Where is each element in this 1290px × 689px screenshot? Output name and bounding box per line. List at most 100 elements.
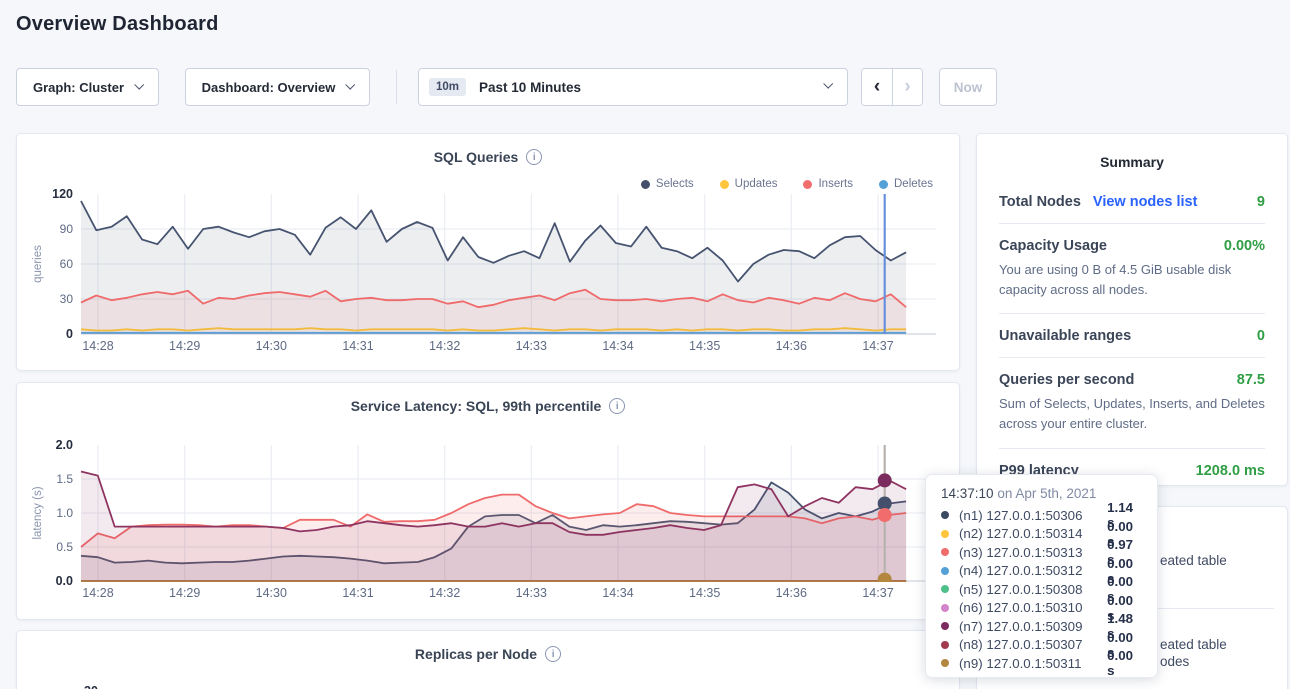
summary-body: Total NodesView nodes list9Capacity Usag… [977, 170, 1287, 479]
node-color-dot [941, 622, 949, 630]
svg-text:120: 120 [52, 187, 73, 201]
chart-title: Replicas per Node [415, 646, 537, 662]
summary-value: 1208.0 ms [1196, 463, 1265, 479]
svg-text:14:35: 14:35 [689, 586, 720, 600]
event-text-fragment: eated table [1160, 637, 1227, 652]
node-address: (n9) 127.0.0.1:50311 [959, 656, 1107, 671]
time-forward-button[interactable]: › [892, 69, 922, 105]
chevron-down-icon [346, 79, 356, 89]
time-back-button[interactable]: ‹ [862, 69, 892, 105]
time-range-badge: 10m [429, 78, 466, 96]
svg-text:14:31: 14:31 [342, 586, 373, 600]
summary-panel: Summary Total NodesView nodes list9Capac… [976, 133, 1288, 486]
svg-text:14:28: 14:28 [82, 586, 113, 600]
svg-text:14:37: 14:37 [862, 339, 893, 353]
chevron-down-icon [134, 79, 144, 89]
summary-label: Unavailable ranges [999, 328, 1131, 344]
node-address: (n6) 127.0.0.1:50310 [959, 600, 1107, 615]
event-text-fragment: odes [1160, 654, 1189, 669]
svg-text:14:32: 14:32 [429, 586, 460, 600]
summary-divider [999, 223, 1265, 224]
info-icon[interactable]: i [545, 646, 561, 662]
page-title: Overview Dashboard [16, 13, 219, 36]
summary-value: 9 [1257, 194, 1265, 210]
svg-text:14:36: 14:36 [776, 339, 807, 353]
replicas-per-node-chart-card: Replicas per Node i [16, 630, 960, 689]
svg-text:60: 60 [60, 257, 74, 271]
now-button[interactable]: Now [939, 68, 997, 106]
node-color-dot [941, 567, 949, 575]
svg-text:14:37: 14:37 [862, 586, 893, 600]
time-step-buttons: ‹ › [861, 68, 923, 106]
summary-label: Capacity Usage [999, 238, 1107, 254]
chart-hover-tooltip: 14:37:10 on Apr 5th, 2021 (n1) 127.0.0.1… [925, 474, 1158, 678]
summary-title: Summary [977, 154, 1287, 170]
node-color-dot [941, 530, 949, 538]
node-color-dot [941, 548, 949, 556]
summary-description: You are using 0 B of 4.5 GiB usable disk… [999, 260, 1265, 300]
sql-queries-chart[interactable]: 14:2814:2914:3014:3114:3214:3314:3414:35… [17, 134, 961, 372]
sql-queries-chart-card: SQL Queries i SelectsUpdatesInsertsDelet… [16, 133, 960, 371]
toolbar-divider [396, 70, 397, 104]
svg-text:30: 30 [60, 292, 74, 306]
summary-value: 0.00% [1224, 238, 1265, 254]
svg-text:14:34: 14:34 [602, 339, 633, 353]
summary-label: Queries per second [999, 372, 1134, 388]
svg-text:14:28: 14:28 [82, 339, 113, 353]
svg-text:14:33: 14:33 [516, 586, 547, 600]
svg-text:1.5: 1.5 [56, 472, 73, 486]
svg-text:14:31: 14:31 [342, 339, 373, 353]
graph-dropdown[interactable]: Graph: Cluster [16, 68, 159, 106]
node-color-dot [941, 641, 949, 649]
node-address: (n8) 127.0.0.1:50307 [959, 637, 1107, 652]
event-text-fragment: eated table [1160, 553, 1227, 568]
summary-row: Capacity Usage 0.00% [999, 238, 1265, 254]
node-address: (n2) 127.0.0.1:50314 [959, 526, 1107, 541]
svg-text:14:34: 14:34 [602, 586, 633, 600]
dashboard-dropdown[interactable]: Dashboard: Overview [185, 68, 370, 106]
summary-row: Unavailable ranges 0 [999, 328, 1265, 344]
svg-text:0.5: 0.5 [56, 540, 73, 554]
svg-text:14:29: 14:29 [169, 339, 200, 353]
replicas-axis-partial-label: 30 [84, 684, 98, 689]
tooltip-rows: (n1) 127.0.0.1:503061.14 s(n2) 127.0.0.1… [941, 506, 1142, 673]
svg-text:14:35: 14:35 [689, 339, 720, 353]
chevron-down-icon [823, 79, 833, 89]
node-address: (n3) 127.0.0.1:50313 [959, 545, 1107, 560]
svg-text:0.0: 0.0 [56, 574, 73, 588]
node-address: (n7) 127.0.0.1:50309 [959, 619, 1107, 634]
svg-text:0: 0 [66, 327, 73, 341]
svg-text:1.0: 1.0 [56, 506, 73, 520]
svg-text:90: 90 [60, 222, 74, 236]
service-latency-chart[interactable]: 14:2814:2914:3014:3114:3214:3314:3414:35… [17, 383, 961, 621]
summary-value: 87.5 [1237, 372, 1265, 388]
node-address: (n1) 127.0.0.1:50306 [959, 508, 1107, 523]
summary-divider [999, 357, 1265, 358]
summary-value: 0 [1257, 328, 1265, 344]
svg-text:14:29: 14:29 [169, 586, 200, 600]
node-color-dot [941, 659, 949, 667]
node-color-dot [941, 604, 949, 612]
svg-text:latency (s): latency (s) [32, 486, 44, 539]
time-range-label: Past 10 Minutes [479, 80, 581, 95]
chart-header: Replicas per Node i [17, 646, 959, 662]
node-color-dot [941, 511, 949, 519]
tooltip-node-row: (n9) 127.0.0.1:503110.00 s [941, 654, 1142, 673]
tooltip-date: on Apr 5th, 2021 [994, 486, 1097, 501]
service-latency-chart-card: Service Latency: SQL, 99th percentile i … [16, 382, 960, 620]
tooltip-timestamp: 14:37:10 on Apr 5th, 2021 [941, 486, 1142, 501]
svg-text:queries: queries [32, 245, 44, 283]
tooltip-time: 14:37:10 [941, 486, 994, 501]
node-color-dot [941, 585, 949, 593]
summary-divider [999, 448, 1265, 449]
chevron-left-icon: ‹ [874, 76, 880, 98]
summary-row: Queries per second 87.5 [999, 372, 1265, 388]
summary-description: Sum of Selects, Updates, Inserts, and De… [999, 394, 1265, 434]
node-address: (n4) 127.0.0.1:50312 [959, 563, 1107, 578]
svg-text:14:30: 14:30 [256, 339, 287, 353]
dashboard-dropdown-label: Dashboard: Overview [202, 80, 336, 95]
svg-text:14:33: 14:33 [516, 339, 547, 353]
time-range-dropdown[interactable]: 10m Past 10 Minutes [418, 68, 848, 106]
svg-text:14:36: 14:36 [776, 586, 807, 600]
view-nodes-list-link[interactable]: View nodes list [1093, 194, 1198, 210]
